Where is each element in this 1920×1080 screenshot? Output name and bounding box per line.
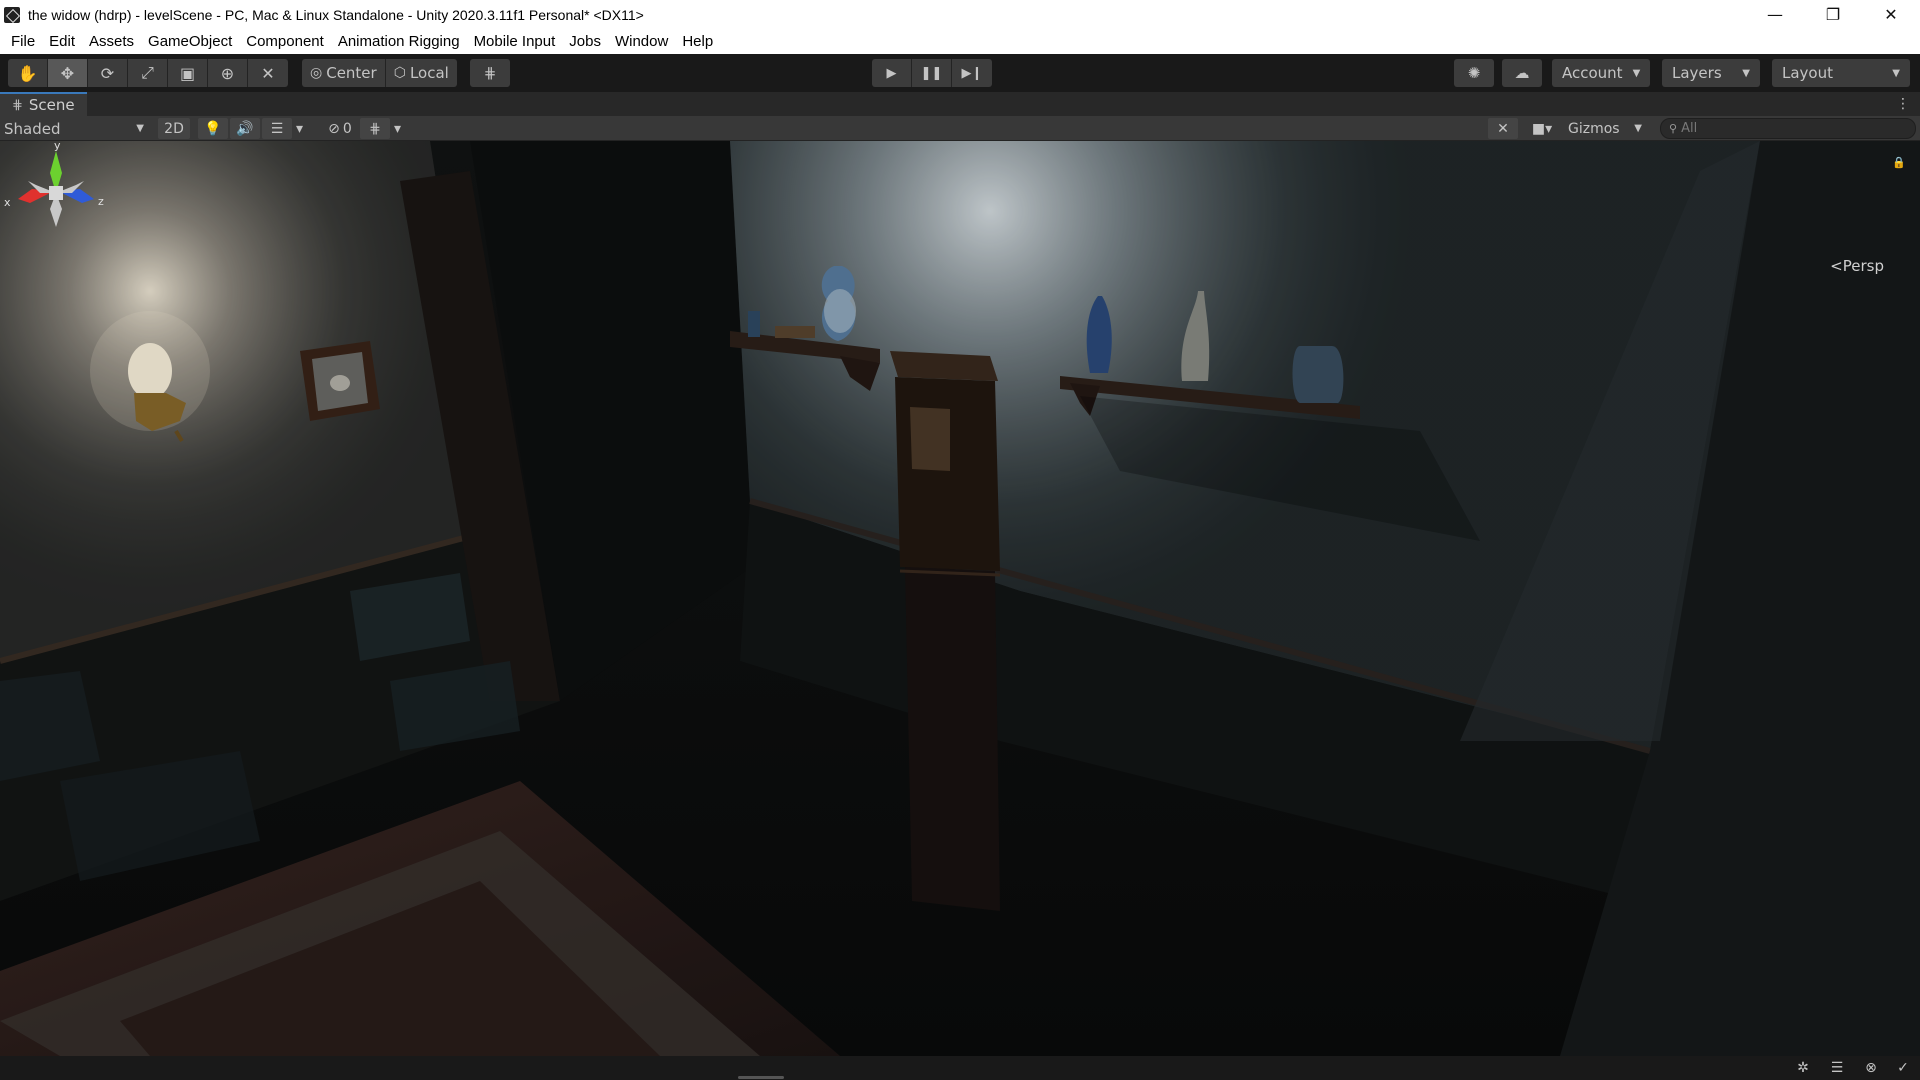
scene-tab-label: Scene: [28, 96, 75, 114]
layout-label: Layout: [1782, 64, 1833, 82]
scale-tool-icon[interactable]: ⤢: [128, 59, 168, 87]
chevron-down-icon: ▼: [136, 123, 144, 134]
pivot-mode-toggle[interactable]: ◎ Center: [302, 59, 386, 87]
account-dropdown[interactable]: Account ▼: [1552, 59, 1650, 87]
layers-dropdown[interactable]: Layers ▼: [1662, 59, 1760, 87]
chevron-down-icon: ▼: [1892, 67, 1900, 79]
progress-check-icon[interactable]: ✓: [1892, 1059, 1914, 1077]
move-tool-icon[interactable]: ✥: [48, 59, 88, 87]
menu-mobile-input[interactable]: Mobile Input: [467, 33, 563, 50]
account-label: Account: [1562, 64, 1623, 82]
layout-dropdown[interactable]: Layout ▼: [1772, 59, 1910, 87]
toggle-2d-label: 2D: [164, 120, 184, 137]
rect-tool-icon[interactable]: ▣: [168, 59, 208, 87]
chevron-down-icon: ▼: [1742, 67, 1750, 79]
gizmo-center-cube: [49, 186, 63, 200]
window-title: the widow (hdrp) - levelScene - PC, Mac …: [28, 6, 644, 23]
auto-generate-lighting-icon[interactable]: ⊗: [1860, 1059, 1882, 1077]
gizmos-label: Gizmos: [1568, 120, 1620, 137]
toggle-2d-button[interactable]: 2D: [158, 118, 190, 139]
projection-toggle[interactable]: <Persp: [1830, 257, 1884, 275]
axis-label-x: x: [4, 196, 11, 209]
window-title-bar: the widow (hdrp) - levelScene - PC, Mac …: [0, 0, 1920, 29]
hidden-count: 0: [342, 120, 352, 137]
window-controls: — ❐ ✕: [1746, 0, 1920, 29]
pivot-toggles: ◎ Center ⬡ Local: [302, 59, 457, 87]
axis-label-y: y: [54, 141, 61, 152]
scene-grid-icon: ⋕: [12, 97, 23, 113]
menu-component[interactable]: Component: [239, 33, 331, 50]
effects-toggle-icon[interactable]: ☰: [262, 118, 292, 139]
playback-controls: ▶ ❚❚ ▶❙: [872, 59, 992, 87]
menu-animation-rigging[interactable]: Animation Rigging: [331, 33, 467, 50]
step-icon[interactable]: ▶❙: [952, 59, 992, 87]
grid-toggle-icon[interactable]: ⋕: [360, 118, 390, 139]
camera-settings-icon[interactable]: ■▾: [1522, 118, 1562, 139]
axis-label-z: z: [98, 195, 104, 208]
audio-toggle-icon[interactable]: 🔊: [230, 118, 260, 139]
chevron-down-icon[interactable]: ▾: [394, 118, 408, 139]
persp-chevron-icon: <: [1830, 257, 1843, 275]
custom-tool-icon[interactable]: ✕: [248, 59, 288, 87]
scene-render: [0, 141, 1920, 1056]
scene-toolbar: Shaded ▼ 2D 💡 🔊 ☰ ▾ ⊘ 0 ⋕ ▾ ✕ ■▾ Gizmos …: [0, 116, 1920, 141]
more-options-icon[interactable]: ⋮: [1896, 96, 1910, 112]
tab-scene[interactable]: ⋕ Scene: [0, 92, 87, 116]
draw-mode-dropdown[interactable]: Shaded ▼: [4, 118, 150, 139]
cloud-icon[interactable]: ☁: [1502, 59, 1542, 87]
menu-jobs[interactable]: Jobs: [562, 33, 608, 50]
restore-button[interactable]: ❐: [1804, 0, 1862, 29]
hidden-objects-toggle[interactable]: ⊘ 0: [320, 118, 360, 139]
pivot-center-icon: ◎: [310, 65, 323, 81]
menu-window[interactable]: Window: [608, 33, 675, 50]
lock-icon[interactable]: 🔒: [1892, 156, 1906, 169]
menu-edit[interactable]: Edit: [42, 33, 82, 50]
pause-icon[interactable]: ❚❚: [912, 59, 952, 87]
scrollbar-handle[interactable]: [738, 1076, 784, 1079]
pivot-mode-label: Center: [326, 64, 377, 82]
chevron-down-icon: ▼: [1634, 123, 1642, 134]
menu-bar: File Edit Assets GameObject Component An…: [0, 29, 1920, 54]
menu-file[interactable]: File: [4, 33, 42, 50]
pivot-rotation-label: Local: [409, 64, 449, 82]
cache-server-icon[interactable]: ☰: [1826, 1059, 1848, 1077]
menu-gameobject[interactable]: GameObject: [141, 33, 239, 50]
close-button[interactable]: ✕: [1862, 0, 1920, 29]
unity-logo-icon: [4, 6, 20, 23]
search-icon: ⚲: [1669, 122, 1678, 135]
draw-mode-label: Shaded: [4, 119, 61, 138]
minimize-button[interactable]: —: [1746, 0, 1804, 29]
layers-label: Layers: [1672, 64, 1722, 82]
main-toolbar: ✋ ✥ ⟳ ⤢ ▣ ⊕ ✕ ◎ Center ⬡ Local ⋕ ▶ ❚❚ ▶❙…: [0, 54, 1920, 92]
scene-viewport[interactable]: y x z 🔒 <Persp: [0, 141, 1920, 1056]
transform-tool-icon[interactable]: ⊕: [208, 59, 248, 87]
tools-toggle-icon[interactable]: ✕: [1488, 118, 1518, 139]
status-bar: ✲ ☰ ⊗ ✓: [0, 1056, 1920, 1080]
grid-snap-icon[interactable]: ⋕: [470, 59, 510, 87]
rotate-tool-icon[interactable]: ⟳: [88, 59, 128, 87]
menu-help[interactable]: Help: [675, 33, 720, 50]
scene-search-input[interactable]: ⚲ All: [1660, 118, 1916, 139]
chevron-down-icon: ▼: [1632, 67, 1641, 79]
orientation-gizmo[interactable]: y x z: [0, 141, 110, 241]
scene-tab-bar: ⋕ Scene ⋮: [0, 92, 1920, 116]
projection-label: Persp: [1842, 257, 1884, 275]
pivot-rotation-toggle[interactable]: ⬡ Local: [386, 59, 457, 87]
menu-assets[interactable]: Assets: [82, 33, 141, 50]
local-cube-icon: ⬡: [393, 65, 406, 81]
chevron-down-icon[interactable]: ▾: [296, 118, 310, 139]
collab-icon[interactable]: ✺: [1454, 59, 1494, 87]
hand-tool-icon[interactable]: ✋: [8, 59, 48, 87]
debug-bug-icon[interactable]: ✲: [1792, 1059, 1814, 1077]
eye-slash-icon: ⊘: [328, 120, 340, 137]
search-placeholder: All: [1681, 121, 1698, 136]
play-icon[interactable]: ▶: [872, 59, 912, 87]
gizmos-dropdown[interactable]: Gizmos ▼: [1564, 118, 1646, 139]
lighting-toggle-icon[interactable]: 💡: [198, 118, 228, 139]
transform-tools: ✋ ✥ ⟳ ⤢ ▣ ⊕ ✕: [8, 59, 288, 87]
